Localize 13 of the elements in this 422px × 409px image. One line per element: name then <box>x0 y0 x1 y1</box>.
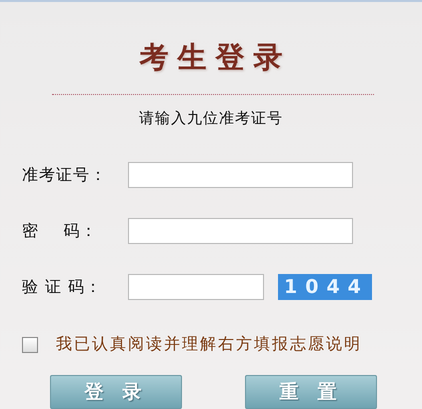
field-label: 验 证 码： <box>22 276 104 298</box>
instruction-text: 请输入九位准考证号 <box>139 109 283 128</box>
password-field[interactable] <box>128 218 353 244</box>
agreement-label: 我已认真阅读并理解右方填报志愿说明 <box>56 334 362 355</box>
reset-button[interactable]: 重 置 <box>245 375 377 409</box>
captcha-image: 1044 <box>278 274 372 300</box>
field-label: 密 码： <box>22 220 98 242</box>
page-title: 考生登录 <box>138 39 292 76</box>
captcha-field[interactable] <box>128 274 264 300</box>
login-button[interactable]: 登 录 <box>50 375 182 409</box>
exam-number-field[interactable] <box>128 162 353 188</box>
agreement-checkbox[interactable] <box>22 336 38 352</box>
field-label: 准考证号： <box>22 164 108 186</box>
